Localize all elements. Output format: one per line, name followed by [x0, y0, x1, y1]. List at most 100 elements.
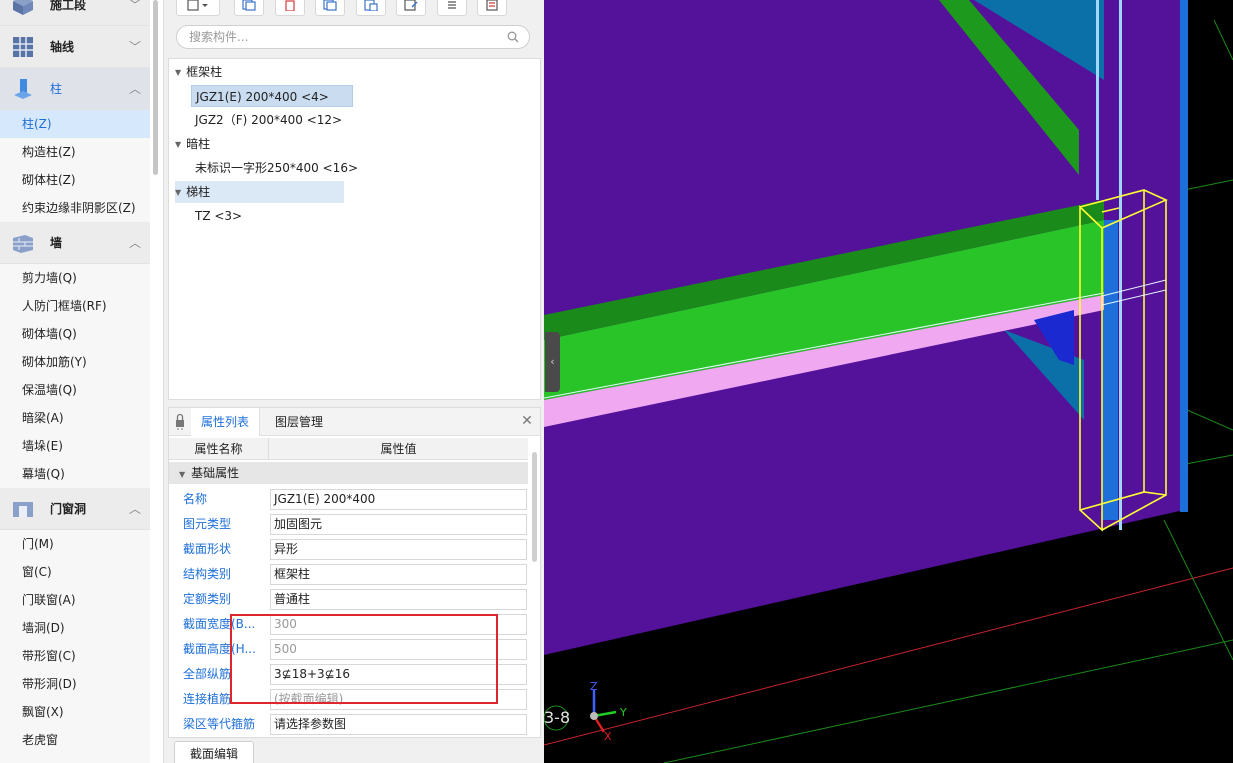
nav-item-civil-defense-wall[interactable]: 人防门框墙(RF): [0, 292, 150, 320]
property-name: 图元类型: [183, 517, 232, 531]
property-value-field[interactable]: 3⊈18+3⊈16: [270, 664, 527, 685]
nav-category-wall[interactable]: 墙 ︿: [0, 222, 150, 264]
delete-icon[interactable]: [275, 0, 305, 16]
component-panel: ▼ 框架柱 JGZ1(E) 200*400 <4> JGZ2（F) 200*400…: [163, 0, 545, 763]
collapse-triangle-icon[interactable]: ▼: [175, 134, 181, 156]
nav-item-masonry-wall[interactable]: 砌体墙(Q): [0, 320, 150, 348]
property-value-field[interactable]: 500: [270, 639, 527, 660]
property-name: 名称: [183, 492, 208, 506]
nav-item-shear-wall[interactable]: 剪力墙(Q): [0, 264, 150, 292]
nav-item-column[interactable]: 柱(Z): [0, 110, 150, 138]
nav-item-strip-opening[interactable]: 带形洞(D): [0, 670, 150, 698]
nav-item-strip-window[interactable]: 带形窗(C): [0, 642, 150, 670]
nav-item-masonry-column[interactable]: 砌体柱(Z): [0, 166, 150, 194]
3d-scene: Z Y X: [544, 0, 1233, 763]
floor-copy-icon[interactable]: [356, 0, 386, 16]
nav-item-dormer-window[interactable]: 老虎窗: [0, 726, 150, 754]
pin-icon[interactable]: [174, 413, 186, 431]
nav-category-column[interactable]: 柱 ︿: [0, 68, 150, 110]
nav-item-wall-opening[interactable]: 墙洞(D): [0, 614, 150, 642]
collapse-panel-handle[interactable]: ‹: [545, 332, 560, 392]
new-component-button[interactable]: [176, 0, 220, 16]
tree-node-unlabeled-wall-column[interactable]: 未标识一字形250*400 <16>: [191, 157, 366, 179]
search-bar: [176, 25, 530, 49]
property-tabs: 属性列表 图层管理 ✕: [169, 408, 540, 436]
tree-group-frame-column[interactable]: ▼ 框架柱: [175, 61, 222, 83]
property-group-basic[interactable]: ▼ 基础属性: [169, 462, 528, 484]
nav-category-label: 轴线: [50, 40, 75, 54]
collapse-triangle-icon[interactable]: ▼: [179, 470, 185, 479]
component-toolbar: [164, 0, 545, 20]
chevron-down-icon: ﹀: [128, 0, 141, 12]
chevron-up-icon: ︿: [128, 82, 141, 96]
nav-category-construction-section[interactable]: 施工段 ﹀: [0, 0, 150, 26]
nav-category-axis[interactable]: 轴线 ﹀: [0, 26, 150, 68]
nav-item-constraint-edge[interactable]: 约束边缘非阴影区(Z): [0, 194, 150, 222]
property-value-field[interactable]: 300: [270, 614, 527, 635]
chevron-up-icon: ︿: [128, 236, 141, 250]
tab-property-list[interactable]: 属性列表: [191, 408, 261, 436]
component-nav: 施工段 ﹀ 轴线 ﹀ 柱 ︿ 柱(Z) 构造柱(Z) 砌体柱(Z) 约束边缘非阴…: [0, 0, 150, 763]
nav-item-door-window[interactable]: 门联窗(A): [0, 586, 150, 614]
axis-z-label: Z: [590, 680, 598, 693]
nav-item-curtain-wall[interactable]: 幕墙(Q): [0, 460, 150, 488]
tree-group-hidden-column[interactable]: ▼ 暗柱: [175, 133, 210, 155]
nav-category-label: 墙: [50, 236, 63, 250]
construction-section-icon: [10, 0, 36, 18]
nav-item-bay-window[interactable]: 飘窗(X): [0, 698, 150, 726]
tree-node-tz[interactable]: TZ <3>: [191, 205, 250, 227]
app-window: 施工段 ﹀ 轴线 ﹀ 柱 ︿ 柱(Z) 构造柱(Z) 砌体柱(Z) 约束边缘非阴…: [0, 0, 1233, 763]
nav-item-hidden-beam[interactable]: 暗梁(A): [0, 404, 150, 432]
nav-item-insulation-wall[interactable]: 保温墙(Q): [0, 376, 150, 404]
property-row: 连接植筋 (按截面编辑): [169, 687, 528, 712]
nav-item-door[interactable]: 门(M): [0, 530, 150, 558]
column-header-name: 属性名称: [169, 438, 269, 460]
property-name: 截面宽度(B...: [183, 617, 256, 631]
nav-category-label: 门窗洞: [50, 502, 87, 516]
wall-icon: [10, 230, 36, 256]
nav-category-label: 施工段: [50, 0, 87, 12]
search-input[interactable]: [189, 26, 499, 48]
layer-copy-icon[interactable]: [315, 0, 345, 16]
axis-grid-icon: [10, 34, 36, 60]
3d-viewport[interactable]: Z Y X 3-8: [544, 0, 1233, 763]
property-name: 截面高度(H...: [183, 642, 256, 656]
section-edit-tab[interactable]: 截面编辑: [174, 741, 254, 763]
column-header-value: 属性值: [380, 442, 417, 456]
property-scrollbar[interactable]: [532, 452, 537, 562]
nav-item-window[interactable]: 窗(C): [0, 558, 150, 586]
nav-scrollbar[interactable]: [153, 0, 158, 175]
property-row: 截面形状 异形: [169, 537, 528, 562]
report-icon[interactable]: [477, 0, 507, 16]
property-row: 结构类别 框架柱: [169, 562, 528, 587]
nav-item-constructional-column[interactable]: 构造柱(Z): [0, 138, 150, 166]
nav-item-wall-pier[interactable]: 墙垛(E): [0, 432, 150, 460]
collapse-triangle-icon[interactable]: ▼: [175, 62, 181, 84]
property-value-field[interactable]: 加固图元: [270, 514, 527, 535]
tree-node-jgz1[interactable]: JGZ1(E) 200*400 <4>: [191, 85, 353, 107]
property-row: 全部纵筋 3⊈18+3⊈16: [169, 662, 528, 687]
property-value-field[interactable]: 普通柱: [270, 589, 527, 610]
property-row: 定额类别 普通柱: [169, 587, 528, 612]
search-icon[interactable]: [507, 31, 519, 43]
property-value-field[interactable]: 框架柱: [270, 564, 527, 585]
property-row: 梁区等代箍筋 请选择参数图: [169, 712, 528, 737]
collapse-triangle-icon[interactable]: ▼: [175, 182, 181, 204]
rename-icon[interactable]: [396, 0, 426, 16]
copy-icon[interactable]: [234, 0, 264, 16]
property-value-field[interactable]: (按截面编辑): [270, 689, 527, 710]
property-value-field[interactable]: JGZ1(E) 200*400: [270, 489, 527, 510]
property-value-field[interactable]: 异形: [270, 539, 527, 560]
nav-item-masonry-reinforcement[interactable]: 砌体加筋(Y): [0, 348, 150, 376]
property-row: 图元类型 加固图元: [169, 512, 528, 537]
tab-layer-management[interactable]: 图层管理: [265, 408, 333, 436]
list-icon[interactable]: [437, 0, 467, 16]
property-name: 定额类别: [183, 592, 232, 606]
nav-category-door-window[interactable]: 门窗洞 ︿: [0, 488, 150, 530]
tree-group-label: 梯柱: [186, 185, 211, 199]
property-row: 截面宽度(B... 300: [169, 612, 528, 637]
close-icon[interactable]: ✕: [520, 414, 534, 428]
property-value-field[interactable]: 请选择参数图: [270, 714, 527, 735]
tree-group-stair-column[interactable]: ▼ 梯柱: [175, 181, 344, 203]
tree-node-jgz2[interactable]: JGZ2（F) 200*400 <12>: [191, 109, 350, 131]
